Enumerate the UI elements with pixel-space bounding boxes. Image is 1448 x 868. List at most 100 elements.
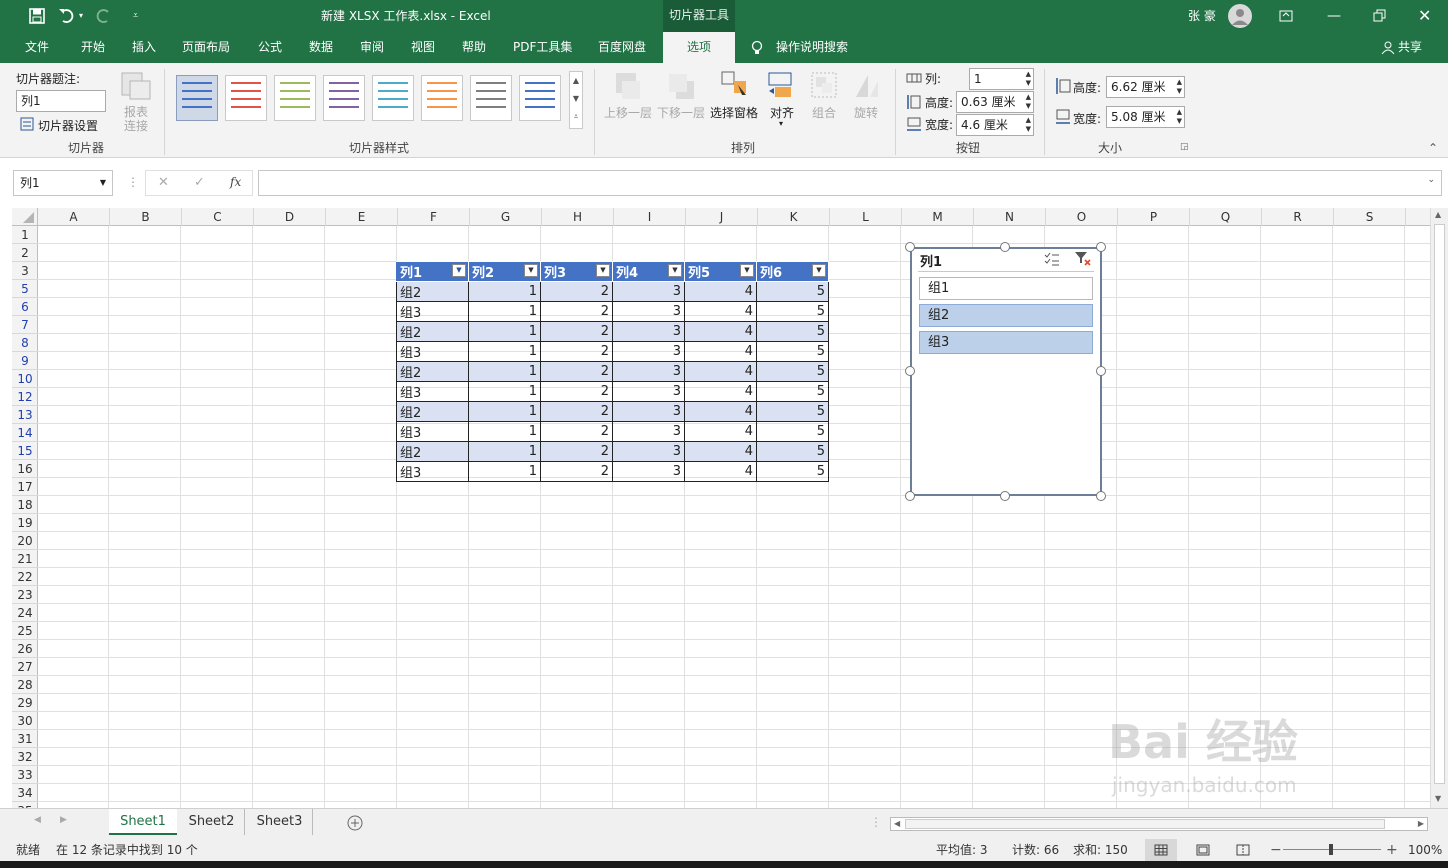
slicer[interactable]: 列1 组1 组2 组3 <box>910 247 1102 496</box>
table-cell[interactable]: 5 <box>756 401 829 422</box>
avatar[interactable] <box>1228 4 1252 28</box>
align-dropdown-icon[interactable]: ▾ <box>779 119 783 128</box>
column-header-d[interactable]: D <box>254 208 326 226</box>
resize-handle[interactable] <box>1000 491 1010 501</box>
table-cell[interactable]: 组2 <box>396 361 469 382</box>
column-header-h[interactable]: H <box>542 208 614 226</box>
table-cell[interactable]: 4 <box>684 301 757 322</box>
slicer-style-3[interactable] <box>274 75 316 121</box>
table-cell[interactable]: 4 <box>684 381 757 402</box>
selection-pane-button[interactable]: 选择窗格 <box>710 104 758 121</box>
table-cell[interactable]: 4 <box>684 361 757 382</box>
table-cell[interactable]: 5 <box>756 341 829 362</box>
table-cell[interactable]: 1 <box>468 301 541 322</box>
status-average[interactable]: 平均值: 3 <box>936 839 988 861</box>
vertical-scroll-thumb[interactable] <box>1434 224 1445 784</box>
name-box-dropdown-icon[interactable]: ▼ <box>100 171 106 195</box>
button-height-spinner[interactable]: ▲ ▼ <box>1026 93 1031 111</box>
table-cell[interactable]: 5 <box>756 441 829 462</box>
tab-options[interactable]: 选项 <box>663 32 735 63</box>
column-header-g[interactable]: G <box>470 208 542 226</box>
column-header-j[interactable]: J <box>686 208 758 226</box>
table-cell[interactable]: 5 <box>756 281 829 302</box>
filter-dropdown-icon[interactable]: ▼ <box>596 264 610 277</box>
sheet-tab-sheet2[interactable]: Sheet2 <box>179 809 245 835</box>
collapse-ribbon-icon[interactable]: ⌃ <box>1428 141 1438 155</box>
column-header-i[interactable]: I <box>614 208 686 226</box>
tab-view[interactable]: 视图 <box>411 32 435 63</box>
table-header-cell[interactable]: 列5 ▼ <box>684 261 757 282</box>
table-cell[interactable]: 1 <box>468 461 541 482</box>
slicer-style-4[interactable] <box>323 75 365 121</box>
style-gallery-scroll[interactable]: ▲ ▼ ⩡ <box>569 71 583 129</box>
tab-file[interactable]: 文件 <box>25 32 49 63</box>
column-header-m[interactable]: M <box>902 208 974 226</box>
table-cell[interactable]: 2 <box>540 361 613 382</box>
resize-handle[interactable] <box>1096 491 1106 501</box>
restore-icon[interactable] <box>1373 9 1387 23</box>
zoom-level[interactable]: 100% <box>1408 839 1442 861</box>
row-header-18[interactable]: 18 <box>12 496 38 514</box>
row-header-22[interactable]: 22 <box>12 568 38 586</box>
column-header-f[interactable]: F <box>398 208 470 226</box>
table-cell[interactable]: 1 <box>468 381 541 402</box>
column-header-o[interactable]: O <box>1046 208 1118 226</box>
table-cell[interactable]: 3 <box>612 321 685 342</box>
filter-active-icon[interactable]: ▼ <box>452 264 466 277</box>
table-cell[interactable]: 2 <box>540 381 613 402</box>
table-cell[interactable]: 4 <box>684 461 757 482</box>
column-header-k[interactable]: K <box>758 208 830 226</box>
row-header-5[interactable]: 5 <box>12 280 38 298</box>
table-cell[interactable]: 4 <box>684 421 757 442</box>
normal-view-button[interactable] <box>1145 839 1177 861</box>
table-cell[interactable]: 3 <box>612 421 685 442</box>
column-header-l[interactable]: L <box>830 208 902 226</box>
row-header-12[interactable]: 12 <box>12 388 38 406</box>
table-cell[interactable]: 1 <box>468 441 541 462</box>
table-cell[interactable]: 3 <box>612 361 685 382</box>
undo-icon[interactable] <box>58 8 76 24</box>
button-height-input[interactable]: 0.63 厘米 ▲ ▼ <box>956 91 1034 113</box>
user-name[interactable]: 张 豪 <box>1188 0 1216 32</box>
table-cell[interactable]: 3 <box>612 281 685 302</box>
columns-spinner[interactable]: ▲ ▼ <box>1026 70 1031 88</box>
button-width-spinner[interactable]: ▲ ▼ <box>1026 116 1031 134</box>
table-cell[interactable]: 5 <box>756 461 829 482</box>
table-cell[interactable]: 3 <box>612 381 685 402</box>
column-header-b[interactable]: B <box>110 208 182 226</box>
row-header-24[interactable]: 24 <box>12 604 38 622</box>
table-cell[interactable]: 2 <box>540 301 613 322</box>
row-header-20[interactable]: 20 <box>12 532 38 550</box>
row-header-2[interactable]: 2 <box>12 244 38 262</box>
row-header-23[interactable]: 23 <box>12 586 38 604</box>
row-header-25[interactable]: 25 <box>12 622 38 640</box>
column-header-p[interactable]: P <box>1118 208 1190 226</box>
resize-handle[interactable] <box>1096 366 1106 376</box>
table-cell[interactable]: 5 <box>756 301 829 322</box>
close-icon[interactable]: ✕ <box>1418 0 1431 32</box>
table-cell[interactable]: 1 <box>468 421 541 442</box>
table-cell[interactable]: 4 <box>684 281 757 302</box>
add-sheet-icon[interactable] <box>347 815 363 831</box>
table-cell[interactable]: 1 <box>468 341 541 362</box>
tab-split-grip-icon[interactable]: ⋮ <box>870 815 882 829</box>
table-header-cell[interactable]: 列2 ▼ <box>468 261 541 282</box>
table-cell[interactable]: 3 <box>612 301 685 322</box>
table-cell[interactable]: 2 <box>540 441 613 462</box>
tab-baidu-netdisk[interactable]: 百度网盘 <box>598 32 646 63</box>
customize-qat-icon[interactable]: ⩡ <box>133 0 138 32</box>
resize-handle[interactable] <box>1000 242 1010 252</box>
tell-me-search[interactable]: 操作说明搜索 <box>776 32 848 63</box>
slicer-item[interactable]: 组1 <box>919 277 1093 300</box>
scroll-up-icon[interactable]: ▲ <box>1435 210 1441 219</box>
table-cell[interactable]: 3 <box>612 341 685 362</box>
zoom-slider-thumb[interactable] <box>1329 844 1333 855</box>
ribbon-display-icon[interactable] <box>1279 9 1293 23</box>
column-header-a[interactable]: A <box>38 208 110 226</box>
row-header-19[interactable]: 19 <box>12 514 38 532</box>
table-cell[interactable]: 5 <box>756 321 829 342</box>
table-cell[interactable]: 4 <box>684 441 757 462</box>
table-cell[interactable]: 3 <box>612 441 685 462</box>
resize-handle[interactable] <box>905 242 915 252</box>
expand-formula-icon[interactable]: ⌄ <box>1427 175 1435 185</box>
